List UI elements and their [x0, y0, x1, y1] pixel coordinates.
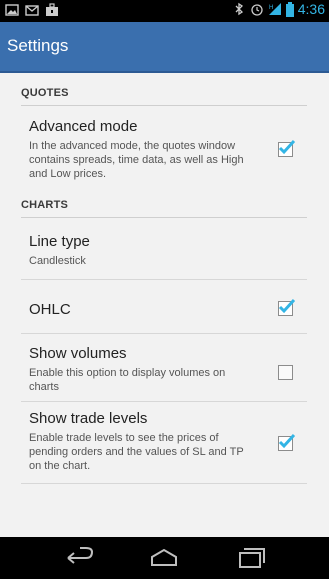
- section-header-charts: CHARTS: [21, 199, 307, 218]
- back-icon[interactable]: [62, 545, 96, 571]
- pref-summary: Candlestick: [29, 255, 86, 267]
- svg-text:H: H: [269, 5, 273, 11]
- pref-divider: [21, 333, 307, 334]
- show-trade-levels-checkbox[interactable]: [278, 433, 296, 451]
- pref-divider: [21, 401, 307, 402]
- status-bar: H 4:36: [0, 0, 329, 22]
- pref-title: Show trade levels: [29, 410, 148, 427]
- pref-divider: [21, 483, 307, 484]
- advanced-mode-checkbox[interactable]: [278, 139, 296, 157]
- battery-icon: [285, 1, 294, 17]
- pref-show-volumes[interactable]: Show volumes Enable this option to displ…: [29, 345, 309, 394]
- pref-advanced-mode[interactable]: Advanced mode In the advanced mode, the …: [29, 118, 309, 181]
- section-header-label: QUOTES: [21, 87, 69, 99]
- status-time: 4:36: [297, 1, 325, 17]
- pref-title: Advanced mode: [29, 118, 138, 135]
- checkmark-icon: [278, 139, 296, 155]
- pref-show-trade-levels[interactable]: Show trade levels Enable trade levels to…: [29, 410, 309, 473]
- page-title: Settings: [7, 36, 69, 55]
- pref-divider: [21, 279, 307, 280]
- alarm-icon: [251, 4, 263, 16]
- pref-title: Show volumes: [29, 345, 127, 362]
- navigation-bar: [0, 537, 329, 579]
- briefcase-icon: [46, 3, 58, 16]
- pref-summary: In the advanced mode, the quotes window …: [29, 140, 244, 180]
- pref-ohlc[interactable]: OHLC: [29, 298, 309, 318]
- action-bar: Settings: [0, 22, 329, 73]
- system-icons: H 4:36: [232, 1, 325, 17]
- section-divider: [21, 105, 307, 106]
- signal-icon: H: [268, 3, 281, 15]
- pref-title: OHLC: [29, 301, 71, 318]
- pref-summary: Enable this option to display volumes on…: [29, 367, 226, 393]
- recents-icon[interactable]: [233, 545, 267, 571]
- pref-line-type[interactable]: Line type Candlestick: [29, 233, 309, 268]
- home-icon[interactable]: [147, 545, 181, 571]
- ohlc-checkbox[interactable]: [278, 298, 296, 316]
- checkmark-icon: [278, 433, 296, 449]
- notification-icons: [5, 3, 59, 17]
- bluetooth-icon: [235, 2, 243, 16]
- pref-title: Line type: [29, 233, 90, 250]
- show-volumes-checkbox[interactable]: [278, 365, 293, 380]
- settings-list[interactable]: QUOTES Advanced mode In the advanced mod…: [0, 73, 329, 537]
- section-header-label: CHARTS: [21, 199, 69, 211]
- gmail-icon: [25, 5, 39, 16]
- section-divider: [21, 217, 307, 218]
- checkmark-icon: [278, 298, 296, 314]
- pref-summary: Enable trade levels to see the prices of…: [29, 432, 244, 472]
- image-icon: [5, 4, 19, 16]
- section-header-quotes: QUOTES: [21, 87, 307, 106]
